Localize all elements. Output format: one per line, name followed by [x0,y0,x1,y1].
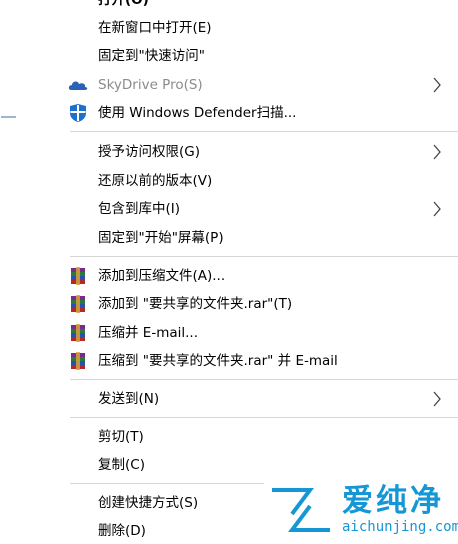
winrar-icon [67,295,89,313]
menu-item-label: 剪切(T) [98,429,144,445]
chevron-right-icon [432,391,442,407]
menu-item-restore-versions[interactable]: 还原以前的版本(V) [0,168,458,194]
menu-item-pin-quick-access[interactable]: 固定到"快速访问" [0,43,458,69]
winrar-icon [67,324,89,342]
menu-item-include-in-library[interactable]: 包含到库中(I) [0,196,458,222]
watermark: 爱纯净 aichunjing.com [264,482,458,539]
menu-item-label: 固定到"快速访问" [98,48,205,64]
menu-item-defender-scan[interactable]: 使用 Windows Defender扫描... [0,100,458,126]
menu-item-label: 在新窗口中打开(E) [98,20,212,36]
menu-item-label: 使用 Windows Defender扫描... [98,105,297,121]
menu-item-label: 添加到 "要共享的文件夹.rar"(T) [98,296,293,312]
menu-item-label: 压缩到 "要共享的文件夹.rar" 并 E-mail [98,353,338,369]
menu-item-add-to-archive[interactable]: 添加到压缩文件(A)... [0,263,458,289]
watermark-title: 爱纯净 [342,483,444,519]
menu-item-open-new-window[interactable]: 在新窗口中打开(E) [0,15,458,41]
chevron-right-icon [432,201,442,217]
background-edge [1,116,16,118]
menu-item-label: 删除(D) [98,523,146,539]
menu-item-label: 固定到"开始"屏幕(P) [98,230,224,246]
menu-item-label: 添加到压缩文件(A)... [98,268,226,284]
menu-separator [70,131,458,132]
cloud-icon [67,76,89,94]
menu-item-grant-access[interactable]: 授予访问权限(G) [0,139,458,165]
menu-item-compress-rar-email[interactable]: 压缩到 "要共享的文件夹.rar" 并 E-mail [0,348,458,374]
watermark-url: aichunjing.com [342,519,458,535]
menu-item-skydrive-pro[interactable]: SkyDrive Pro(S) [0,72,458,98]
menu-separator [70,256,458,257]
menu-item-label: 包含到库中(I) [98,201,181,217]
menu-item-label: 授予访问权限(G) [98,144,200,160]
defender-shield-icon [67,103,89,122]
menu-item-open[interactable]: 打开(O) [0,0,458,13]
menu-item-copy[interactable]: 复制(C) [0,452,458,478]
menu-item-label: 还原以前的版本(V) [98,173,213,189]
menu-item-label: SkyDrive Pro(S) [98,77,203,93]
menu-item-label: 复制(C) [98,457,145,473]
menu-item-label: 创建快捷方式(S) [98,495,199,511]
context-menu: 打开(O) 在新窗口中打开(E) 固定到"快速访问" SkyDrive Pro(… [0,0,458,539]
menu-item-pin-start[interactable]: 固定到"开始"屏幕(P) [0,225,458,251]
menu-item-label: 发送到(N) [98,391,160,407]
menu-item-add-to-rar[interactable]: 添加到 "要共享的文件夹.rar"(T) [0,291,458,317]
menu-item-label: 打开(O) [98,0,149,8]
menu-item-compress-email[interactable]: 压缩并 E-mail... [0,320,458,346]
menu-item-send-to[interactable]: 发送到(N) [0,386,458,412]
chevron-right-icon [432,77,442,93]
watermark-logo-icon [266,484,336,536]
menu-item-cut[interactable]: 剪切(T) [0,424,458,450]
winrar-icon [67,267,89,285]
winrar-icon [67,352,89,370]
menu-item-label: 压缩并 E-mail... [98,325,198,341]
menu-separator [70,379,458,380]
chevron-right-icon [432,144,442,160]
menu-separator [70,417,458,418]
